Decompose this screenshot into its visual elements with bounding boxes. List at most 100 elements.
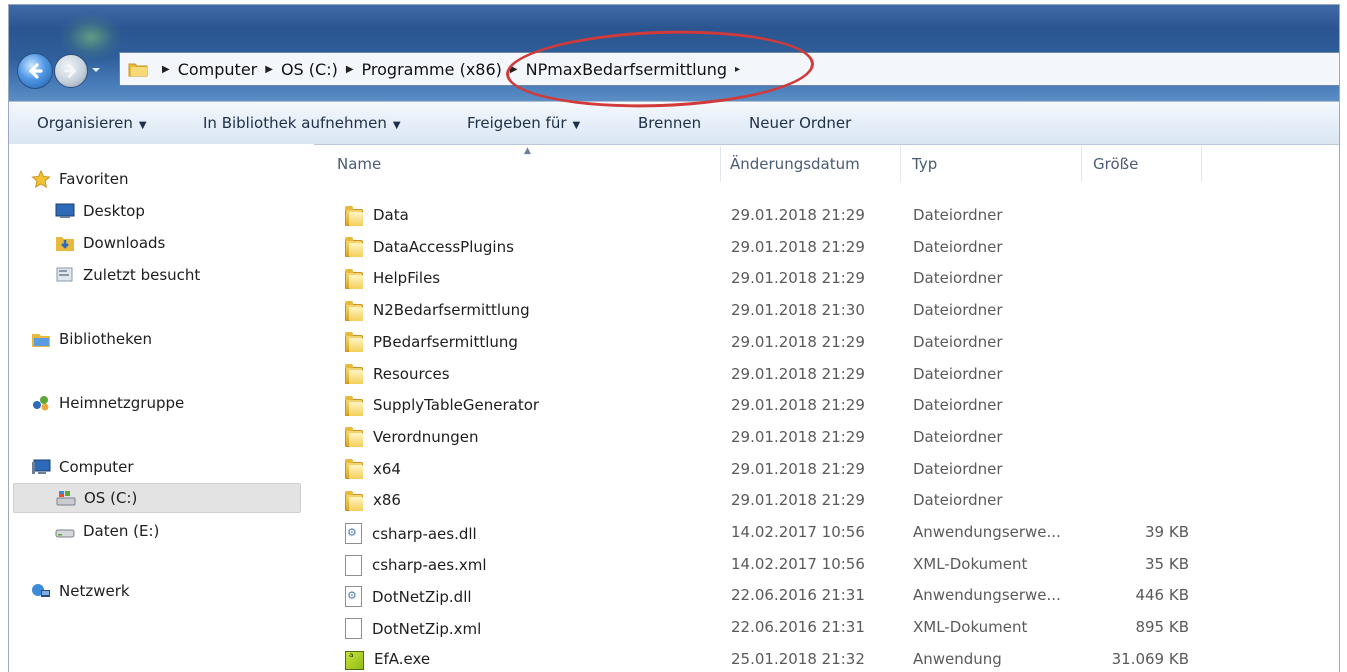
file-name-cell[interactable]: Resources — [345, 364, 450, 384]
file-row[interactable]: N2Bedarfsermittlung 29.01.2018 21:30 Datei… — [319, 295, 1339, 326]
file-row[interactable]: x64 29.01.2018 21:29 Dateiordner — [319, 454, 1339, 485]
file-row[interactable]: csharp-aes.dll 14.02.2017 10:56 Anwendungs… — [319, 517, 1339, 548]
file-row[interactable]: DataAccessPlugins 29.01.2018 21:29 Dateior… — [319, 232, 1339, 263]
nav-network[interactable]: Netzwerk — [31, 582, 130, 600]
recent-pages-button[interactable] — [89, 63, 103, 77]
file-name-cell[interactable]: x86 — [345, 490, 401, 511]
column-header-name[interactable]: Name — [337, 144, 381, 184]
file-type: Dateiordner — [913, 459, 1003, 478]
breadcrumb-arrow-icon[interactable]: ▶ — [265, 64, 273, 75]
chevron-down-icon: ▼ — [392, 120, 401, 131]
file-name-cell[interactable]: DotNetZip.xml — [345, 618, 481, 640]
file-name: csharp-aes.dll — [372, 524, 477, 543]
column-header-date[interactable]: Änderungsdatum — [730, 144, 860, 184]
file-name: csharp-aes.xml — [372, 556, 487, 575]
file-name: SupplyTableGenerator — [373, 396, 540, 415]
folder-icon — [128, 61, 148, 77]
folder-icon — [345, 459, 363, 480]
file-name-cell[interactable]: PBedarfsermittlung — [345, 332, 518, 353]
share-with-menu[interactable]: Freigeben für ▼ — [467, 114, 580, 132]
file-name-cell[interactable]: EfA.exe — [345, 650, 431, 670]
nav-desktop[interactable]: Desktop — [55, 202, 145, 220]
breadcrumb-arrow-icon[interactable]: ▶ — [510, 64, 518, 75]
file-row[interactable]: SupplyTableGenerator 29.01.2018 21:29 Date… — [319, 390, 1339, 421]
explorer-window: ▶ Computer ▶ OS (C:) ▶ Programme (x86) ▶… — [8, 4, 1340, 672]
command-bar: Organisieren ▼ In Bibliothek aufnehmen ▼ F… — [9, 101, 1339, 145]
column-divider[interactable] — [1201, 146, 1202, 182]
nav-favorites[interactable]: Favoriten — [31, 169, 128, 188]
breadcrumb-arrow-icon[interactable]: ▸ — [735, 64, 740, 75]
nav-label: Desktop — [83, 202, 145, 220]
breadcrumb-drive-c[interactable]: OS (C:) — [281, 60, 338, 79]
nav-drive-c[interactable]: OS (C:) — [13, 483, 301, 513]
nav-downloads[interactable]: Downloads — [55, 234, 165, 252]
file-list: Name ▲ Änderungsdatum Typ Größe Data 29.0… — [319, 144, 1339, 672]
sort-ascending-icon: ▲ — [524, 146, 531, 156]
column-header-type[interactable]: Typ — [912, 144, 937, 184]
file-name: Verordnungen — [373, 427, 479, 446]
document-icon — [345, 554, 362, 576]
libraries-icon — [31, 330, 51, 348]
column-divider[interactable] — [900, 146, 901, 182]
breadcrumb-arrow-icon[interactable]: ▶ — [162, 64, 170, 75]
file-row[interactable]: Verordnungen 29.01.2018 21:29 Dateiordner — [319, 422, 1339, 453]
breadcrumb-programme[interactable]: Programme (x86) — [362, 60, 502, 79]
file-name-cell[interactable]: x64 — [345, 459, 401, 480]
recent-places-icon — [55, 266, 75, 284]
nav-homegroup[interactable]: Heimnetzgruppe — [31, 394, 184, 412]
file-row[interactable]: Resources 29.01.2018 21:29 Dateiordner — [319, 359, 1339, 390]
column-header-size[interactable]: Größe — [1093, 144, 1138, 184]
file-row[interactable]: Data 29.01.2018 21:29 Dateiordner — [319, 200, 1339, 231]
organize-menu[interactable]: Organisieren ▼ — [37, 114, 147, 132]
nav-recent[interactable]: Zuletzt besucht — [55, 266, 200, 284]
column-divider[interactable] — [1081, 146, 1082, 182]
file-name-cell[interactable]: SupplyTableGenerator — [345, 395, 540, 416]
file-row[interactable]: HelpFiles 29.01.2018 21:29 Dateiordner — [319, 263, 1339, 294]
file-date: 14.02.2017 10:56 — [731, 523, 865, 541]
file-name-cell[interactable]: csharp-aes.xml — [345, 554, 487, 576]
downloads-icon — [55, 234, 75, 252]
chevron-down-icon: ▼ — [138, 120, 147, 131]
file-row[interactable]: x86 29.01.2018 21:29 Dateiordner — [319, 485, 1339, 516]
file-name: EfA.exe — [374, 650, 431, 669]
file-date: 22.06.2016 21:31 — [731, 586, 865, 605]
nav-label: Computer — [59, 458, 134, 476]
title-bar: ▶ Computer ▶ OS (C:) ▶ Programme (x86) ▶… — [9, 5, 1339, 101]
back-button[interactable] — [17, 53, 53, 89]
folder-icon — [345, 300, 363, 321]
file-name-cell[interactable]: csharp-aes.dll — [345, 523, 477, 544]
nav-libraries[interactable]: Bibliotheken — [31, 330, 152, 348]
file-row[interactable]: DotNetZip.xml 22.06.2016 21:31 XML-Dokumen… — [319, 612, 1339, 643]
organize-label: Organisieren — [37, 114, 133, 132]
file-name-cell[interactable]: DotNetZip.dll — [345, 586, 472, 608]
file-row[interactable]: csharp-aes.xml 14.02.2017 10:56 XML-Dokume… — [319, 549, 1339, 580]
nav-label: Daten (E:) — [83, 522, 160, 540]
file-row[interactable]: DotNetZip.dll 22.06.2016 21:31 Anwendungse… — [319, 580, 1339, 611]
file-name-cell[interactable]: Data — [345, 205, 409, 226]
file-name-cell[interactable]: HelpFiles — [345, 268, 440, 289]
burn-button[interactable]: Brennen — [638, 114, 701, 132]
file-date: 25.01.2018 21:32 — [731, 649, 865, 668]
column-divider[interactable] — [720, 146, 721, 182]
include-in-library-menu[interactable]: In Bibliothek aufnehmen ▼ — [203, 114, 401, 132]
nav-label: Heimnetzgruppe — [59, 394, 185, 412]
nav-label: Downloads — [83, 234, 166, 252]
nav-drive-e[interactable]: Daten (E:) — [55, 522, 159, 540]
computer-icon — [31, 458, 51, 476]
file-name-cell[interactable]: DataAccessPlugins — [345, 237, 514, 258]
file-name-cell[interactable]: Verordnungen — [345, 427, 479, 448]
forward-button[interactable] — [54, 54, 88, 88]
breadcrumb-arrow-icon[interactable]: ▶ — [346, 64, 354, 75]
new-folder-button[interactable]: Neuer Ordner — [749, 114, 851, 132]
share-label: Freigeben für — [467, 114, 567, 132]
desktop-icon — [55, 202, 75, 220]
file-type: Dateiordner — [913, 332, 1003, 351]
breadcrumb-computer[interactable]: Computer — [178, 60, 258, 79]
address-bar[interactable]: ▶ Computer ▶ OS (C:) ▶ Programme (x86) ▶… — [119, 52, 1339, 86]
file-name-cell[interactable]: N2Bedarfsermittlung — [345, 300, 530, 321]
folder-icon — [345, 364, 363, 384]
nav-computer[interactable]: Computer — [31, 458, 134, 476]
file-row[interactable]: EfA.exe 25.01.2018 21:32 Anwendung 31.069 K… — [319, 644, 1339, 672]
file-row[interactable]: PBedarfsermittlung 29.01.2018 21:29 Dateio… — [319, 327, 1339, 358]
breadcrumb-current-folder[interactable]: NPmaxBedarfsermittlung — [526, 60, 727, 79]
